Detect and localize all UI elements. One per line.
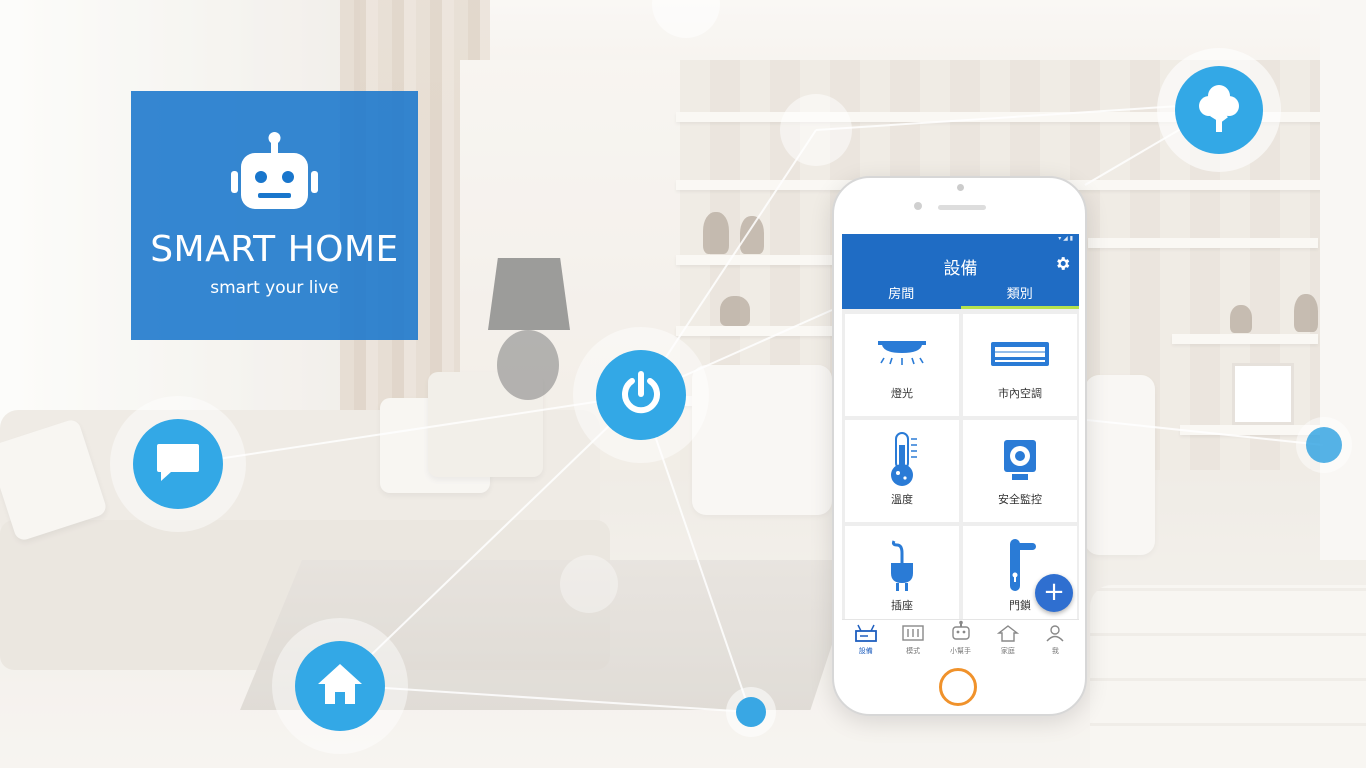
- chat-bubble-icon: [155, 440, 201, 488]
- device-tile-temperature[interactable]: 溫度: [845, 420, 959, 522]
- ceiling-light-icon: [876, 339, 928, 373]
- nav-label: 小幫手: [950, 647, 972, 655]
- front-sensor: [957, 184, 964, 191]
- home-node[interactable]: [272, 618, 408, 754]
- air-conditioner-icon: [990, 341, 1050, 371]
- app-screen: ▾ ◢ ▮ 設備 房間 類別 燈光 市內空調 溫度 安全監控 插座 門鎖 + 設…: [842, 234, 1079, 659]
- decorative-circle: [780, 94, 852, 166]
- brand-card: SMART HOME smart your live: [131, 91, 418, 340]
- device-label: 插座: [891, 599, 913, 612]
- device-label: 燈光: [891, 387, 913, 400]
- nav-label: 我: [1051, 647, 1059, 655]
- power-icon: [616, 368, 666, 422]
- nav-devices[interactable]: 設備: [842, 620, 889, 659]
- home-icon: [996, 624, 1019, 646]
- power-node[interactable]: [573, 327, 709, 463]
- nav-family[interactable]: 家庭: [984, 620, 1031, 659]
- category-tabs: 房間 類別: [842, 284, 1079, 309]
- chat-node[interactable]: [110, 396, 246, 532]
- sliders-icon: [902, 624, 924, 646]
- nav-modes[interactable]: 模式: [889, 620, 936, 659]
- decorative-circle: [560, 555, 618, 613]
- device-tile-lights[interactable]: 燈光: [845, 314, 959, 416]
- front-camera: [914, 202, 922, 210]
- door-handle-icon: [1002, 537, 1038, 597]
- phone-home-button[interactable]: [939, 668, 977, 706]
- brand-title: SMART HOME: [150, 229, 399, 270]
- robot-icon: [231, 131, 318, 221]
- network-dot: [736, 697, 766, 727]
- bottom-navigation: 設備 模式 小幫手 家庭 我: [842, 619, 1079, 659]
- device-tile-ac[interactable]: 市內空調: [963, 314, 1077, 416]
- nav-label: 模式: [906, 647, 921, 655]
- nav-label: 設備: [858, 647, 873, 655]
- gear-icon[interactable]: [1054, 255, 1071, 276]
- user-icon: [1044, 624, 1066, 646]
- router-icon: [854, 624, 877, 646]
- plug-icon: [887, 539, 917, 597]
- phone-mockup: ▾ ◢ ▮ 設備 房間 類別 燈光 市內空調 溫度 安全監控 插座 門鎖 + 設…: [832, 176, 1087, 716]
- nav-assistant[interactable]: 小幫手: [937, 620, 984, 659]
- device-tile-security[interactable]: 安全監控: [963, 420, 1077, 522]
- robot-icon: [950, 620, 972, 646]
- tab-rooms[interactable]: 房間: [842, 284, 961, 309]
- app-title: 設備: [943, 259, 978, 279]
- device-label: 市內空調: [998, 387, 1042, 400]
- nav-me[interactable]: 我: [1032, 620, 1079, 659]
- device-label: 安全監控: [998, 493, 1042, 506]
- device-label: 溫度: [891, 493, 913, 506]
- tree-icon: [1197, 82, 1241, 138]
- device-tile-socket[interactable]: 插座: [845, 526, 959, 628]
- network-dot: [1306, 427, 1342, 463]
- add-device-button[interactable]: +: [1035, 574, 1073, 612]
- nav-label: 家庭: [1000, 647, 1015, 655]
- earpiece-speaker: [938, 205, 986, 210]
- tab-categories[interactable]: 類別: [960, 284, 1080, 309]
- brand-tagline: smart your live: [210, 278, 339, 298]
- status-bar: ▾ ◢ ▮: [1058, 235, 1073, 242]
- tree-node[interactable]: [1157, 48, 1281, 172]
- app-bar: ▾ ◢ ▮ 設備 房間 類別: [842, 234, 1079, 309]
- thermometer-icon: [885, 431, 919, 491]
- house-icon: [315, 661, 365, 711]
- camera-icon: [1002, 438, 1038, 486]
